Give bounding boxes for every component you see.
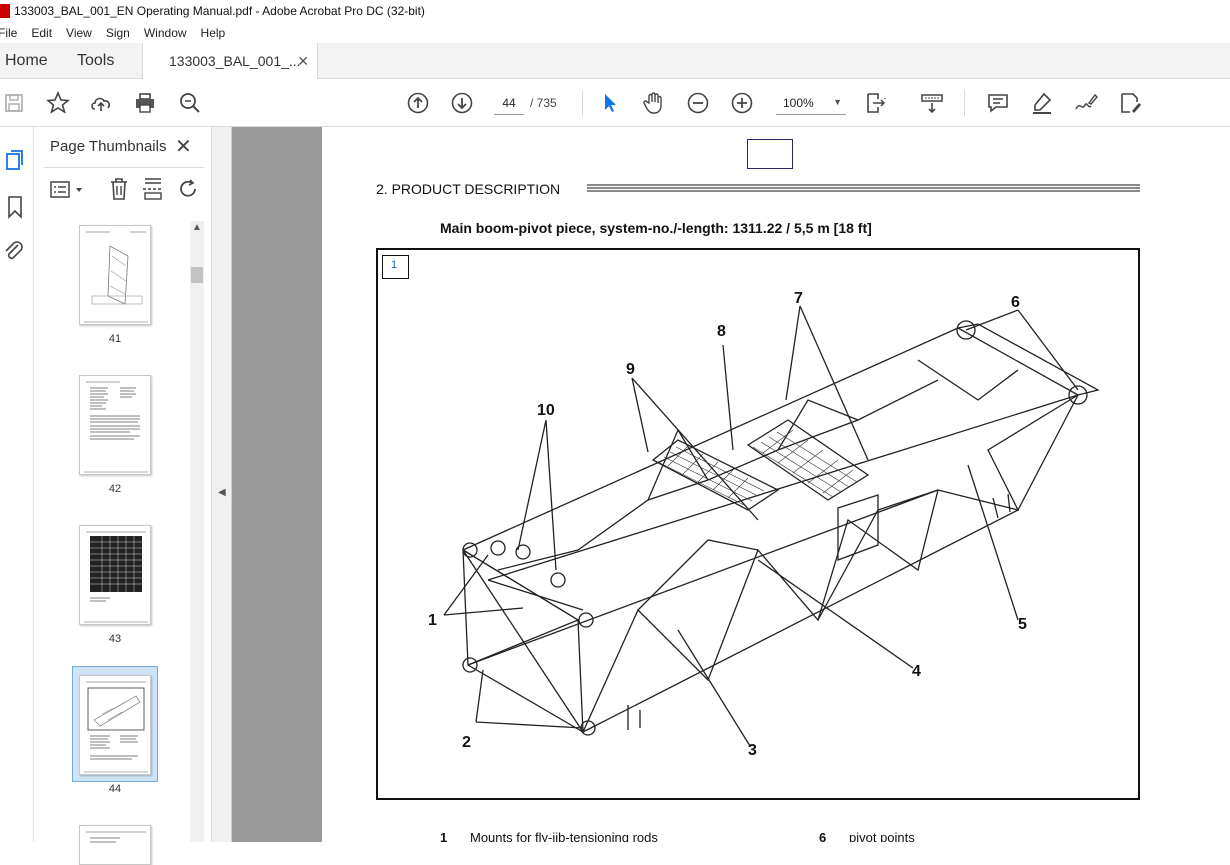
callout-10: 10 (537, 402, 555, 419)
save-icon[interactable] (2, 91, 26, 115)
split-page-icon[interactable] (142, 177, 164, 201)
cloud-upload-icon[interactable] (89, 91, 113, 115)
thumbnail-label: 42 (108, 483, 122, 495)
close-panel-icon[interactable]: ✕ (175, 134, 192, 159)
callout-3: 3 (748, 742, 757, 759)
pdf-page: 2. PRODUCT DESCRIPTION Main boom-pivot p… (322, 127, 1230, 842)
tab-document-label: 133003_BAL_001_... (169, 53, 301, 69)
section-rule (587, 184, 1140, 192)
tab-bar: Home Tools 133003_BAL_001_... ✕ (0, 43, 1230, 80)
scrollbar-thumb[interactable] (191, 267, 203, 283)
attachment-icon[interactable] (2, 239, 26, 263)
callout-2: 2 (462, 734, 471, 751)
page-total: / 735 (530, 96, 557, 110)
delete-page-icon[interactable] (108, 177, 130, 201)
tab-home[interactable]: Home (5, 52, 48, 70)
callout-1: 1 (428, 612, 437, 629)
boom-pivot-drawing (443, 305, 1100, 747)
print-icon[interactable] (133, 91, 157, 115)
fill-sign-icon[interactable] (1118, 91, 1142, 115)
star-icon[interactable] (45, 90, 71, 115)
thumbnail-page-next[interactable] (79, 825, 151, 865)
zoom-value: 100% (783, 96, 814, 110)
legend-text: Mounts for fly-jib-tensioning rods (470, 830, 658, 842)
zoom-select[interactable]: 100% ▼ (776, 91, 846, 115)
sign-icon[interactable] (1074, 91, 1098, 115)
thumbnail-page-43[interactable] (79, 525, 151, 625)
section-title: 2. PRODUCT DESCRIPTION (376, 181, 561, 197)
legend-item-1: 1 Mounts for fly-jib-tensioning rods (440, 830, 658, 842)
tab-tools[interactable]: Tools (77, 52, 114, 70)
zoom-in-icon[interactable] (730, 91, 754, 115)
figure-subtitle: Main boom-pivot piece, system-no./-lengt… (440, 220, 872, 236)
page-down-icon[interactable] (450, 91, 474, 115)
tab-document[interactable]: 133003_BAL_001_... ✕ (142, 43, 318, 80)
menu-help[interactable]: Help (201, 26, 226, 40)
thumbnail-page-42[interactable] (79, 375, 151, 475)
rotate-page-icon[interactable] (176, 177, 200, 201)
thumbnails-panel: Page Thumbnails ✕ 41 42 43 44 ▲ (34, 127, 212, 865)
highlight-icon[interactable] (1030, 91, 1054, 115)
search-zoom-icon[interactable] (178, 91, 202, 115)
main-toolbar (0, 79, 1230, 127)
callout-5: 5 (1018, 616, 1027, 633)
zoom-out-icon[interactable] (686, 91, 710, 115)
page-thumbnails-icon[interactable] (4, 149, 26, 173)
chevron-down-icon: ▼ (833, 97, 842, 107)
close-tab-icon[interactable]: ✕ (297, 53, 309, 70)
collapse-panel-icon[interactable]: ◀ (218, 487, 226, 498)
header-box (747, 139, 793, 169)
thumbnail-scrollbar[interactable]: ▲ (190, 221, 204, 842)
hand-icon[interactable] (642, 91, 666, 115)
title-bar: 133003_BAL_001_EN Operating Manual.pdf -… (0, 0, 1230, 22)
legend-num: 6 (819, 830, 827, 842)
legend-item-6: 6 pivot points (819, 830, 915, 842)
menu-view[interactable]: View (66, 26, 92, 40)
menu-file[interactable]: File (0, 26, 17, 40)
callout-8: 8 (717, 323, 726, 340)
callout-7: 7 (794, 290, 803, 307)
page-number-input[interactable]: 44 (494, 91, 524, 115)
panel-splitter[interactable]: ◀ (212, 127, 232, 842)
callout-6: 6 (1011, 294, 1020, 311)
fit-page-icon[interactable] (864, 91, 888, 115)
menu-edit[interactable]: Edit (31, 26, 52, 40)
figure-frame: 1 1 2 3 4 5 6 7 8 9 10 (376, 248, 1140, 800)
legend-text: pivot points (849, 830, 915, 842)
thumbnail-label: 44 (108, 783, 122, 795)
window-title: 133003_BAL_001_EN Operating Manual.pdf -… (14, 4, 425, 18)
thumbnail-label: 41 (108, 333, 122, 345)
callout-4: 4 (912, 663, 921, 680)
chevron-up-icon[interactable]: ▲ (192, 222, 202, 233)
thumbnail-page-41[interactable] (79, 225, 151, 325)
thumbnail-page-44[interactable] (79, 675, 151, 775)
left-rail (0, 127, 34, 842)
thumbnail-options-icon[interactable] (50, 179, 86, 201)
thumbnail-label: 43 (108, 633, 122, 645)
menu-bar: File Edit View Sign Window Help (0, 22, 1230, 43)
comment-icon[interactable] (986, 91, 1010, 115)
page-up-icon[interactable] (406, 91, 430, 115)
select-arrow-icon[interactable] (598, 91, 622, 115)
bookmark-icon[interactable] (4, 195, 26, 219)
acrobat-app-icon (0, 4, 10, 18)
panel-title: Page Thumbnails (50, 138, 167, 155)
menu-window[interactable]: Window (144, 26, 187, 40)
menu-sign[interactable]: Sign (106, 26, 130, 40)
legend-num: 1 (440, 830, 448, 842)
document-viewer[interactable]: 2. PRODUCT DESCRIPTION Main boom-pivot p… (232, 127, 1230, 842)
scroll-mode-icon[interactable] (920, 91, 944, 115)
callout-9: 9 (626, 361, 635, 378)
